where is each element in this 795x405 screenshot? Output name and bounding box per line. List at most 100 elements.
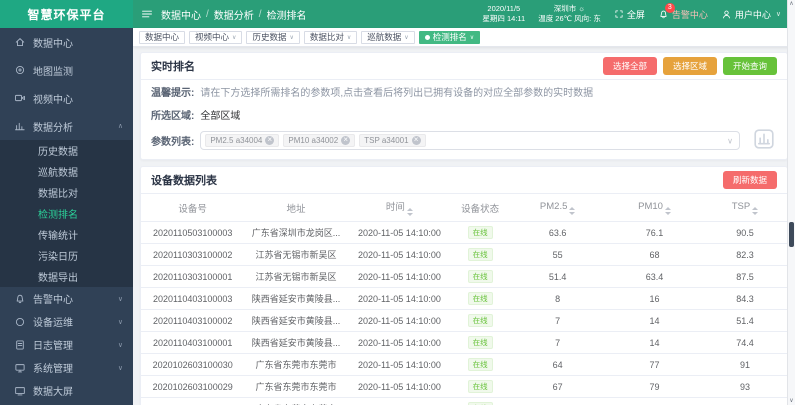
sort-icon[interactable] <box>664 206 671 215</box>
sidebar-item-data-center[interactable]: 数据中心 <box>0 28 133 56</box>
sun-icon: ☼ <box>578 4 586 14</box>
cell-address: 广东省深圳市龙岗区... <box>244 221 348 244</box>
cell-pm10: 63.4 <box>606 265 703 288</box>
cell-device-id: 2020102603100028 <box>141 397 245 405</box>
top-header: 数据中心 / 数据分析 / 检测排名 2020/11/5 星期四 14:11 深圳市 ☼… <box>133 0 795 28</box>
cell-status: 在线 <box>451 287 510 310</box>
start-query-button[interactable]: 开始查询 <box>722 57 777 75</box>
sidebar-item-data-screen[interactable]: 数据大屏 <box>0 379 133 402</box>
cell-tsp: 87.5 <box>702 265 787 288</box>
table-row: 2020110303100002 江苏省无锡市新吴区 2020-11-05 14:1… <box>141 243 787 266</box>
select-region-button[interactable]: 选择区域 <box>662 57 717 75</box>
vertical-scrollbar[interactable]: ∧ ∨ <box>787 0 795 405</box>
cell-address: 陕西省延安市黄陵县... <box>244 287 348 310</box>
sidebar-item-system-management[interactable]: 系统管理 ∨ <box>0 356 133 379</box>
table-row: 2020102603100029 广东省东莞市东莞市 2020-11-05 14:1… <box>141 375 787 398</box>
breadcrumb-separator: / <box>258 8 262 20</box>
sort-icon[interactable] <box>569 206 576 215</box>
cell-status: 在线 <box>451 221 510 244</box>
refresh-data-button[interactable]: 刷新数据 <box>722 171 777 189</box>
cell-pm25: 63.6 <box>509 221 607 244</box>
fullscreen-button[interactable]: 全屏 <box>614 8 645 21</box>
hamburger-icon[interactable] <box>141 8 153 20</box>
table-row: 2020102603100028广东省东莞市东莞市2020-11-05 14:1… <box>141 397 787 405</box>
region-label: 所选区域: <box>151 111 195 122</box>
status-badge: 在线 <box>467 314 493 327</box>
device-data-panel: 设备数据列表 刷新数据 设备号 地址 时间 设备状态 PM2.5 PM10 TSP 2020… <box>140 166 788 405</box>
pm25-param-tag[interactable]: PM2.5 a34004 × <box>205 134 280 147</box>
scrollbar-thumb[interactable] <box>789 222 794 247</box>
scroll-down-icon[interactable]: ∨ <box>789 397 793 405</box>
alarm-center-button[interactable]: 3 告警中心 <box>658 2 708 21</box>
map-icon <box>14 64 26 76</box>
sidebar-subitem-detection-ranking[interactable]: 检测排名 <box>0 203 133 224</box>
cell-time: 2020-11-05 14:10:00 <box>347 265 452 288</box>
status-badge: 在线 <box>467 336 493 349</box>
sidebar-item-map-monitor[interactable]: 地图监测 <box>0 56 133 84</box>
cell-pm10: 77 <box>606 353 703 376</box>
remove-tag-icon[interactable]: × <box>341 136 351 145</box>
sidebar-subitem-cruise-data[interactable]: 巡航数据 <box>0 161 133 182</box>
cell-device-id: 2020110303100002 <box>141 243 245 266</box>
scroll-up-icon[interactable]: ∧ <box>789 0 793 8</box>
breadcrumb-item-data-center[interactable]: 数据中心 <box>161 7 201 22</box>
sidebar-item-data-analysis[interactable]: 数据分析 ∧ <box>0 112 133 140</box>
column-header-tsp[interactable]: TSP <box>702 194 787 222</box>
alarm-badge: 3 <box>664 2 675 13</box>
cell-status: 在线 <box>451 265 510 288</box>
sidebar-item-alarm-center[interactable]: 告警中心 ∨ <box>0 287 133 310</box>
tab-data-center[interactable]: 数据中心 <box>139 30 186 44</box>
tab-video-center[interactable]: 视频中心 ∨ <box>189 30 243 44</box>
header-datetime: 2020/11/5 星期四 14:11 <box>482 4 526 23</box>
app-window: 智慧环保平台 数据中心 地图监测 视频中心 数据分析 ∧ 历史数据 巡航数据 数据比对 检测排名… <box>0 0 795 405</box>
user-center-button[interactable]: 用户中心 ∨ <box>721 8 781 21</box>
status-badge: 在线 <box>467 358 493 371</box>
bell-icon <box>14 293 26 305</box>
sidebar-item-log-management[interactable]: 日志管理 ∨ <box>0 333 133 356</box>
tab-cruise-data[interactable]: 巡航数据 ∨ <box>361 30 415 44</box>
column-header-pm25[interactable]: PM2.5 <box>509 194 607 222</box>
column-header-pm10[interactable]: PM10 <box>606 194 703 222</box>
remove-tag-icon[interactable]: × <box>265 136 275 145</box>
select-all-button[interactable]: 选择全部 <box>602 57 657 75</box>
tab-data-compare[interactable]: 数据比对 ∨ <box>303 30 358 44</box>
pm10-param-tag[interactable]: PM10 a34002 × <box>283 134 356 147</box>
sidebar-subitem-data-export[interactable]: 数据导出 <box>0 266 133 287</box>
column-header-address: 地址 <box>244 194 348 222</box>
sidebar-item-device-ops[interactable]: 设备运维 ∨ <box>0 310 133 333</box>
home-icon <box>14 36 26 48</box>
tab-history-data[interactable]: 历史数据 ∨ <box>246 30 300 44</box>
sidebar-subitem-data-compare[interactable]: 数据比对 <box>0 182 133 203</box>
panel-title: 实时排名 <box>151 61 195 73</box>
sidebar-subitem-transmission-stats[interactable]: 传输统计 <box>0 224 133 245</box>
sort-icon[interactable] <box>406 208 413 216</box>
cell-address: 江苏省无锡市新吴区 <box>244 243 348 266</box>
tsp-param-tag[interactable]: TSP a34001 × <box>359 134 426 147</box>
breadcrumb-separator: / <box>206 8 209 20</box>
cell-pm10: 14 <box>606 331 703 354</box>
sort-icon[interactable] <box>752 206 759 215</box>
cell-time: 2020-11-05 14:10:00 <box>347 243 452 266</box>
tab-detection-ranking[interactable]: 检测排名 ∨ <box>418 30 481 44</box>
bar-chart-button[interactable] <box>750 129 777 152</box>
cell-tsp: 84.3 <box>702 287 787 310</box>
sidebar-item-video-center[interactable]: 视频中心 <box>0 84 133 112</box>
cell-status: 在线 <box>451 353 510 376</box>
column-header-device-id: 设备号 <box>141 194 245 222</box>
column-header-time[interactable]: 时间 <box>347 194 452 222</box>
content-area: 实时排名 选择全部 选择区域 开始查询 温馨提示: 请在下方选择所需排名的参数项… <box>133 47 795 405</box>
chevron-down-icon: ∨ <box>117 318 123 326</box>
chevron-down-icon: ∨ <box>117 364 123 372</box>
parameter-select[interactable]: PM2.5 a34004 × PM10 a34002 × TSP a34001 × ∨ <box>200 131 740 150</box>
app-title: 智慧环保平台 <box>27 7 106 22</box>
cell-pm10: 76.1 <box>606 221 703 244</box>
breadcrumb: 数据中心 / 数据分析 / 检测排名 <box>161 7 307 22</box>
cell-tsp: 93 <box>702 375 787 398</box>
cell-pm10: 68 <box>606 243 703 266</box>
remove-tag-icon[interactable]: × <box>411 136 421 145</box>
sidebar-subitem-pollution-calendar[interactable]: 污染日历 <box>0 245 133 266</box>
breadcrumb-item-data-analysis[interactable]: 数据分析 <box>214 7 254 22</box>
cell-device-id: 2020110303100001 <box>141 265 245 288</box>
sidebar-subitem-history-data[interactable]: 历史数据 <box>0 140 133 161</box>
doc-icon <box>14 339 26 351</box>
